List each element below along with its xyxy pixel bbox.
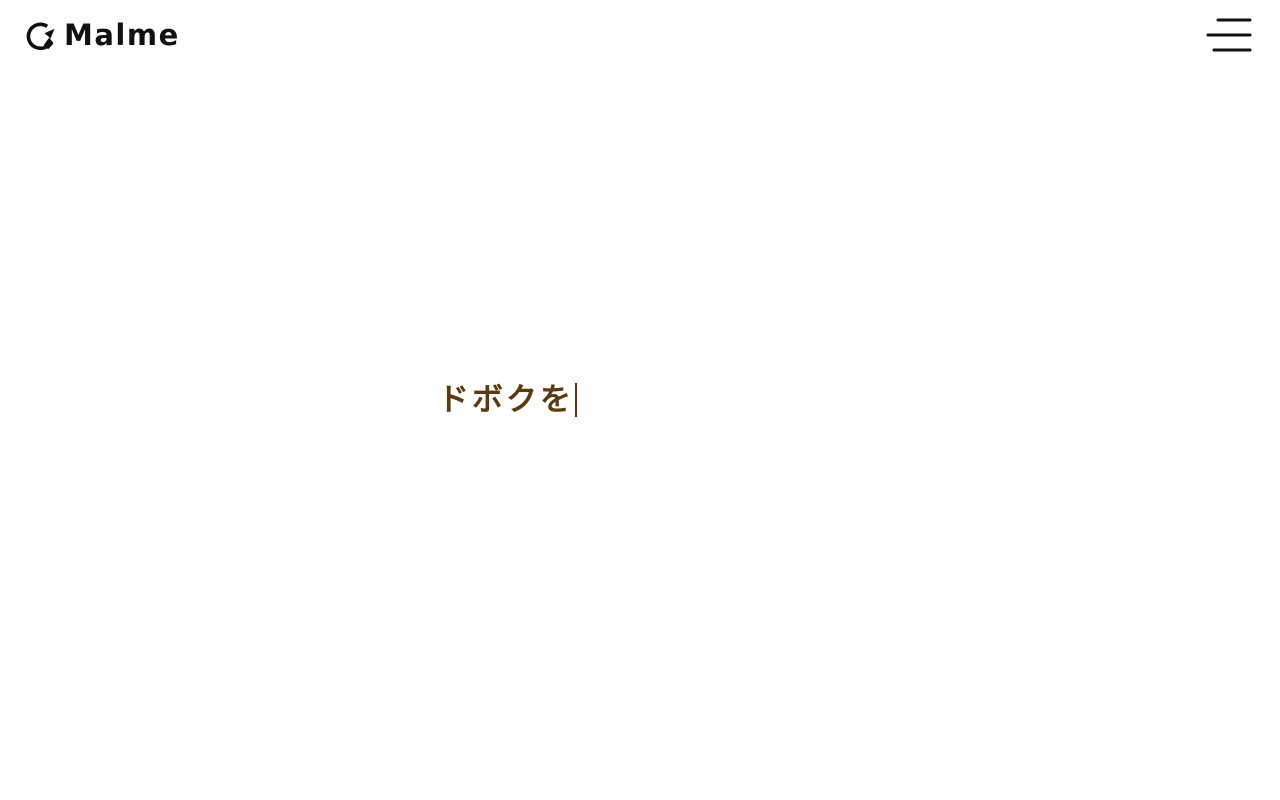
brand-logo-link[interactable]: Malme xyxy=(24,18,180,52)
typing-text: ドボクを xyxy=(438,382,574,418)
refresh-arrow-icon xyxy=(26,22,55,51)
hamburger-menu-icon xyxy=(1206,18,1252,52)
brand-name: Malme xyxy=(64,18,180,52)
typing-caret xyxy=(575,383,577,417)
hero-section xyxy=(0,72,1280,800)
typing-headline: ドボクを xyxy=(438,380,577,420)
menu-button[interactable] xyxy=(1204,14,1254,56)
site-header: Malme xyxy=(0,0,1280,72)
